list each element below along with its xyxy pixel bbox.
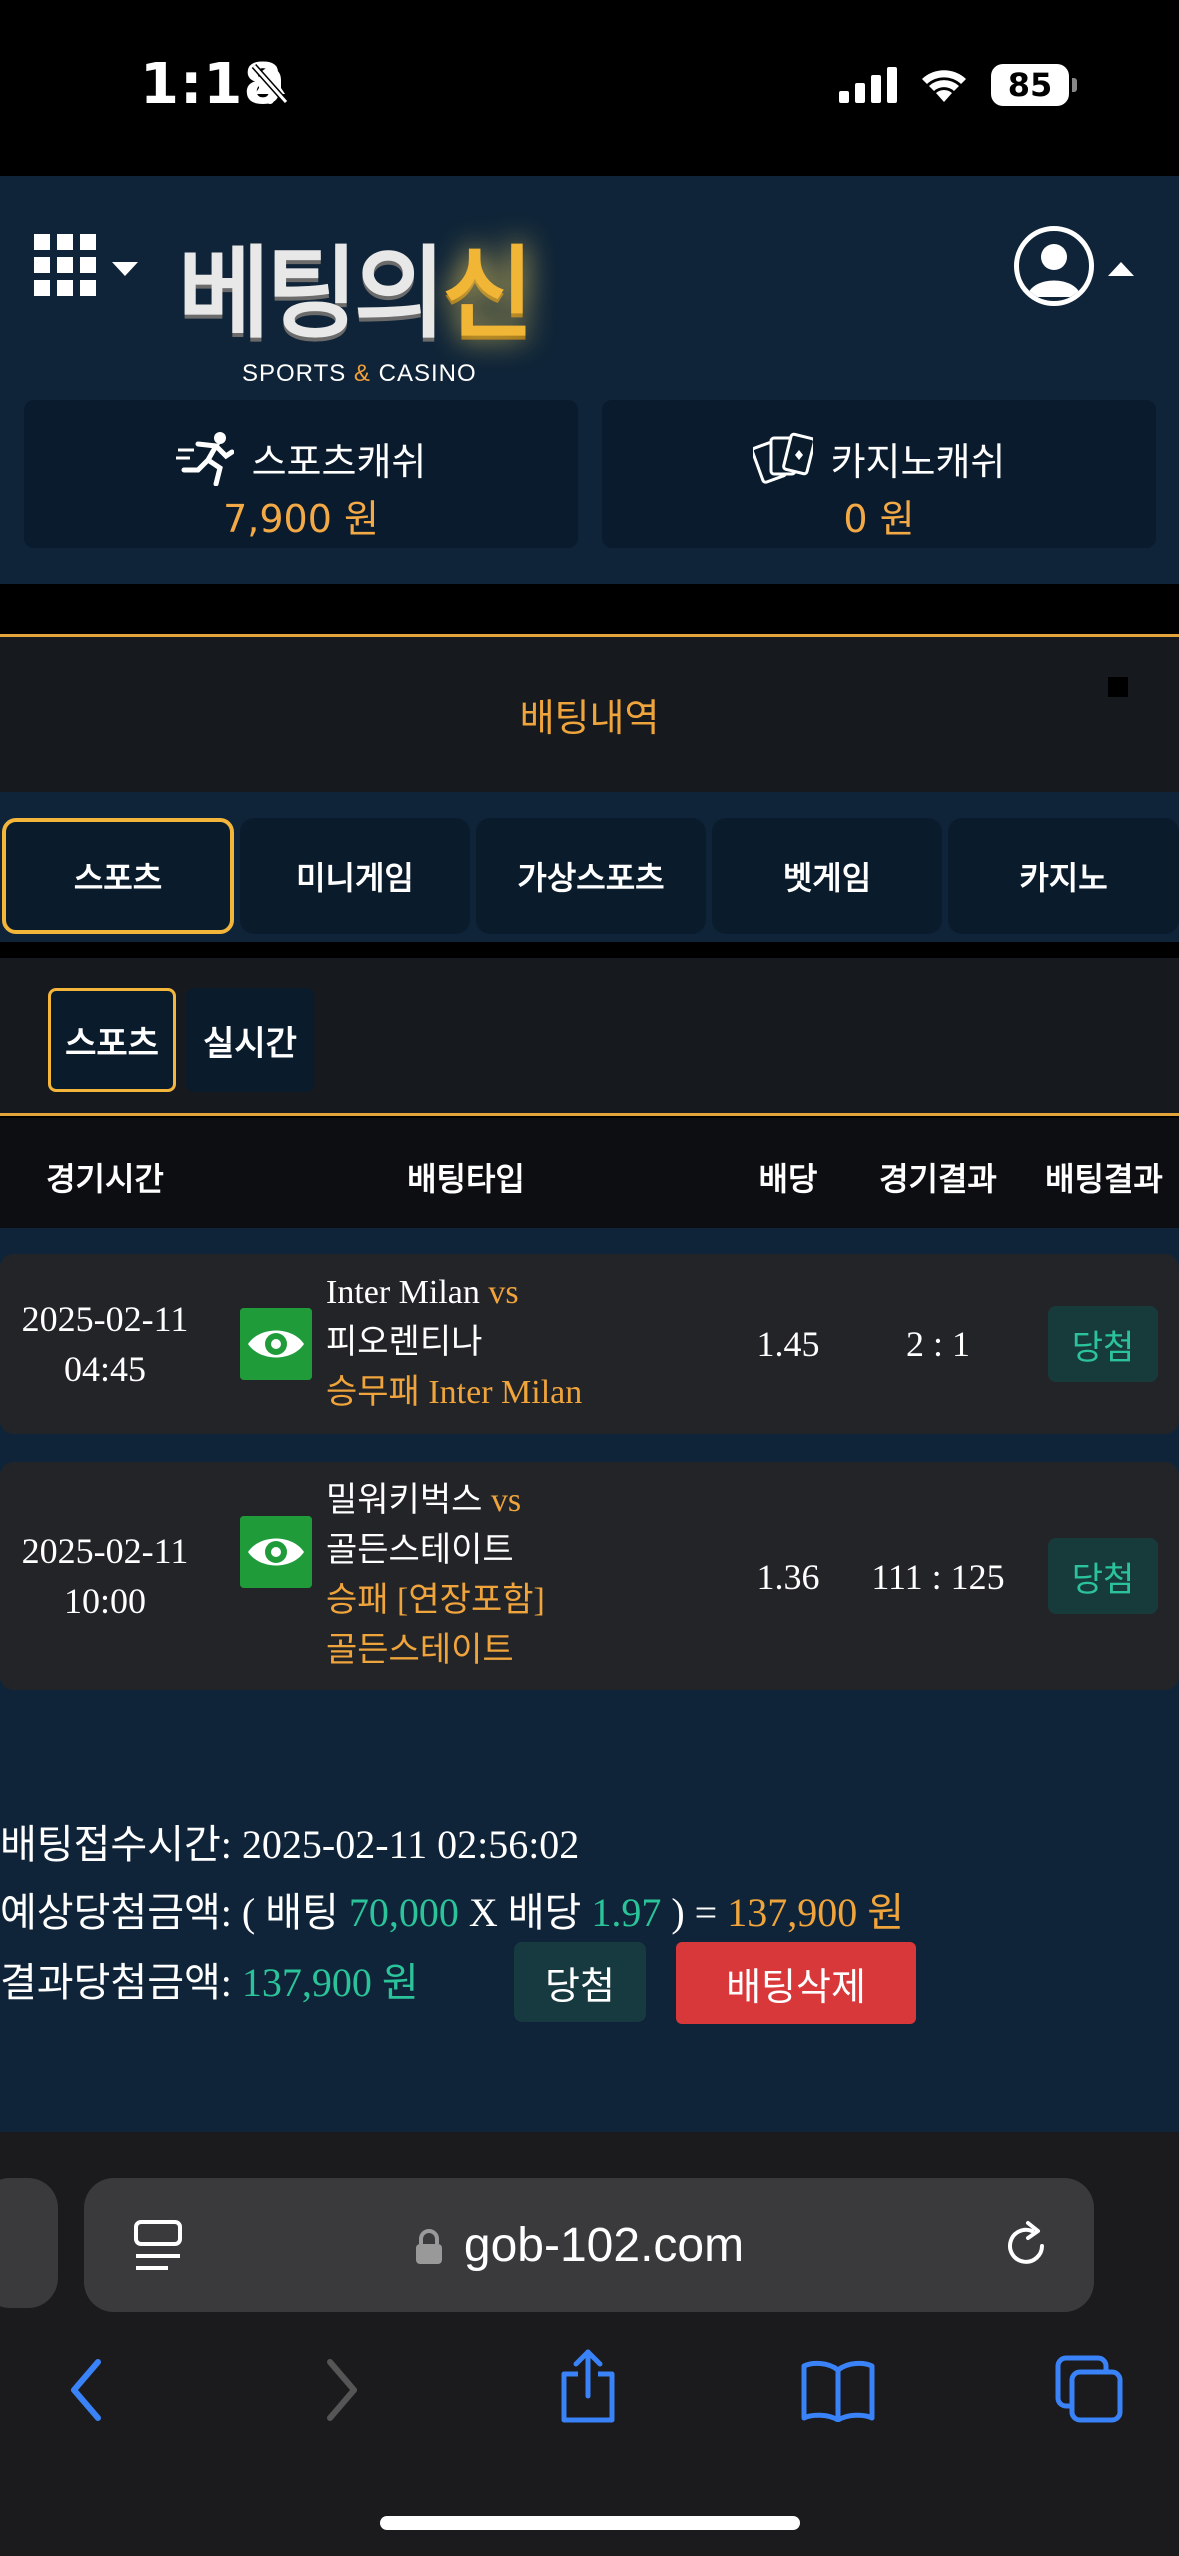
row-pick: 승무패 Inter Milan xyxy=(326,1374,583,1411)
header-match-result: 경기결과 xyxy=(879,1160,997,1198)
row-vs: vs xyxy=(490,1482,522,1519)
playing-cards-icon xyxy=(752,432,813,484)
tab-casino[interactable]: 카지노 xyxy=(948,818,1179,934)
header-odds: 배당 xyxy=(758,1160,818,1198)
row-date: 2025-02-11 xyxy=(21,1299,189,1339)
delete-bet-button[interactable]: 배팅삭제 xyxy=(676,1942,916,2024)
previous-tab-peek[interactable] xyxy=(0,2178,58,2308)
row-time: 10:00 xyxy=(63,1581,146,1621)
casino-cash-label: 카지노캐쉬 xyxy=(830,439,1006,484)
casino-cash-box: 카지노캐쉬 0 원 xyxy=(602,400,1156,548)
status-bar: 1:18 85 xyxy=(0,0,1179,176)
row-odds: 1.36 xyxy=(756,1557,820,1597)
battery-indicator: 85 xyxy=(991,64,1077,106)
header-bet-result: 배팅결과 xyxy=(1045,1160,1163,1198)
row-vs: vs xyxy=(488,1274,519,1311)
table-header: 경기시간 배팅타입 배당 경기결과 배팅결과 xyxy=(0,1118,1179,1228)
running-person-icon xyxy=(175,432,234,486)
header-match-time: 경기시간 xyxy=(46,1160,164,1198)
expected-payout: 예상당첨금액: ( 배팅 70,000 X 배당 1.97 ) = 137,90… xyxy=(0,1890,905,1935)
chevron-down-icon[interactable] xyxy=(112,262,138,276)
back-icon[interactable] xyxy=(66,2358,106,2422)
eye-icon[interactable] xyxy=(240,1308,312,1380)
row-date: 2025-02-11 xyxy=(21,1531,189,1571)
sports-cash-label: 스포츠캐쉬 xyxy=(251,439,427,484)
casino-cash-value: 0 원 xyxy=(843,497,915,541)
tab-minigame[interactable]: 미니게임 xyxy=(240,818,470,934)
eye-icon[interactable] xyxy=(240,1516,312,1588)
share-icon[interactable] xyxy=(558,2348,618,2424)
address-bar[interactable]: gob-102.com xyxy=(84,2178,1094,2312)
tab-virtual-sports[interactable]: 가상스포츠 xyxy=(476,818,706,934)
tabs-icon[interactable] xyxy=(1054,2354,1124,2424)
sports-cash-box: 스포츠캐쉬 7,900 원 xyxy=(24,400,578,548)
row-away-team: 피오렌티나 xyxy=(326,1324,483,1361)
user-avatar-icon[interactable] xyxy=(1014,226,1094,306)
row-result-badge: 당첨 xyxy=(1048,1306,1158,1382)
site-logo[interactable]: 베팅의신 SPORTS & CASINO xyxy=(178,212,578,387)
sports-cash-value: 7,900 원 xyxy=(223,497,379,541)
chevron-up-icon[interactable] xyxy=(1108,262,1134,276)
table-row: 2025-02-11 10:00 밀워키벅스 vs 골든스테이트 승패 [연장포… xyxy=(0,1462,1179,1690)
row-pick-team: 골든스테이트 xyxy=(326,1632,514,1669)
header-bet-type: 배팅타입 xyxy=(407,1160,525,1198)
url-text[interactable]: gob-102.com xyxy=(84,2218,1094,2273)
browser-toolbar: gob-102.com xyxy=(0,2132,1179,2556)
cellular-signal-icon xyxy=(839,67,897,103)
wifi-icon xyxy=(922,70,966,102)
home-indicator[interactable] xyxy=(380,2516,800,2530)
bookmarks-icon[interactable] xyxy=(800,2360,876,2422)
forward-icon[interactable] xyxy=(322,2358,362,2422)
tab-betgame[interactable]: 벳게임 xyxy=(712,818,942,934)
reload-icon[interactable] xyxy=(1002,2220,1052,2272)
table-row: 2025-02-11 04:45 Inter Milan vs 피오렌티나 승무… xyxy=(0,1254,1179,1434)
row-score: 111 : 125 xyxy=(871,1557,1005,1597)
row-time: 04:45 xyxy=(63,1349,146,1389)
subtab-sports[interactable]: 스포츠 xyxy=(48,988,176,1092)
row-home-team: 밀워키벅스 xyxy=(326,1482,483,1519)
result-payout: 결과당첨금액: 137,900 원 xyxy=(0,1960,419,2005)
subtab-live[interactable]: 실시간 xyxy=(186,988,314,1092)
row-odds: 1.45 xyxy=(756,1324,820,1364)
row-score: 2 : 1 xyxy=(905,1324,970,1364)
page-title: 배팅내역 xyxy=(519,696,660,740)
row-pick: 승패 [연장포함] xyxy=(326,1582,545,1619)
close-square-icon[interactable] xyxy=(1108,677,1128,697)
bell-muted-icon xyxy=(251,64,289,104)
row-home-team: Inter Milan xyxy=(326,1274,480,1311)
bet-received-time: 배팅접수시간: 2025-02-11 02:56:02 xyxy=(0,1822,580,1867)
row-away-team: 골든스테이트 xyxy=(326,1532,514,1569)
subtab-bar xyxy=(0,958,1179,1116)
win-status-button[interactable]: 당첨 xyxy=(514,1942,646,2022)
page-title-bar: 배팅내역 xyxy=(0,634,1179,792)
tab-sports[interactable]: 스포츠 xyxy=(2,818,234,934)
site-header: 베팅의신 SPORTS & CASINO 스포츠캐쉬 7,900 원 카지노캐쉬… xyxy=(0,176,1179,584)
row-result-badge: 당첨 xyxy=(1048,1538,1158,1614)
menu-grid-icon[interactable] xyxy=(34,234,96,296)
